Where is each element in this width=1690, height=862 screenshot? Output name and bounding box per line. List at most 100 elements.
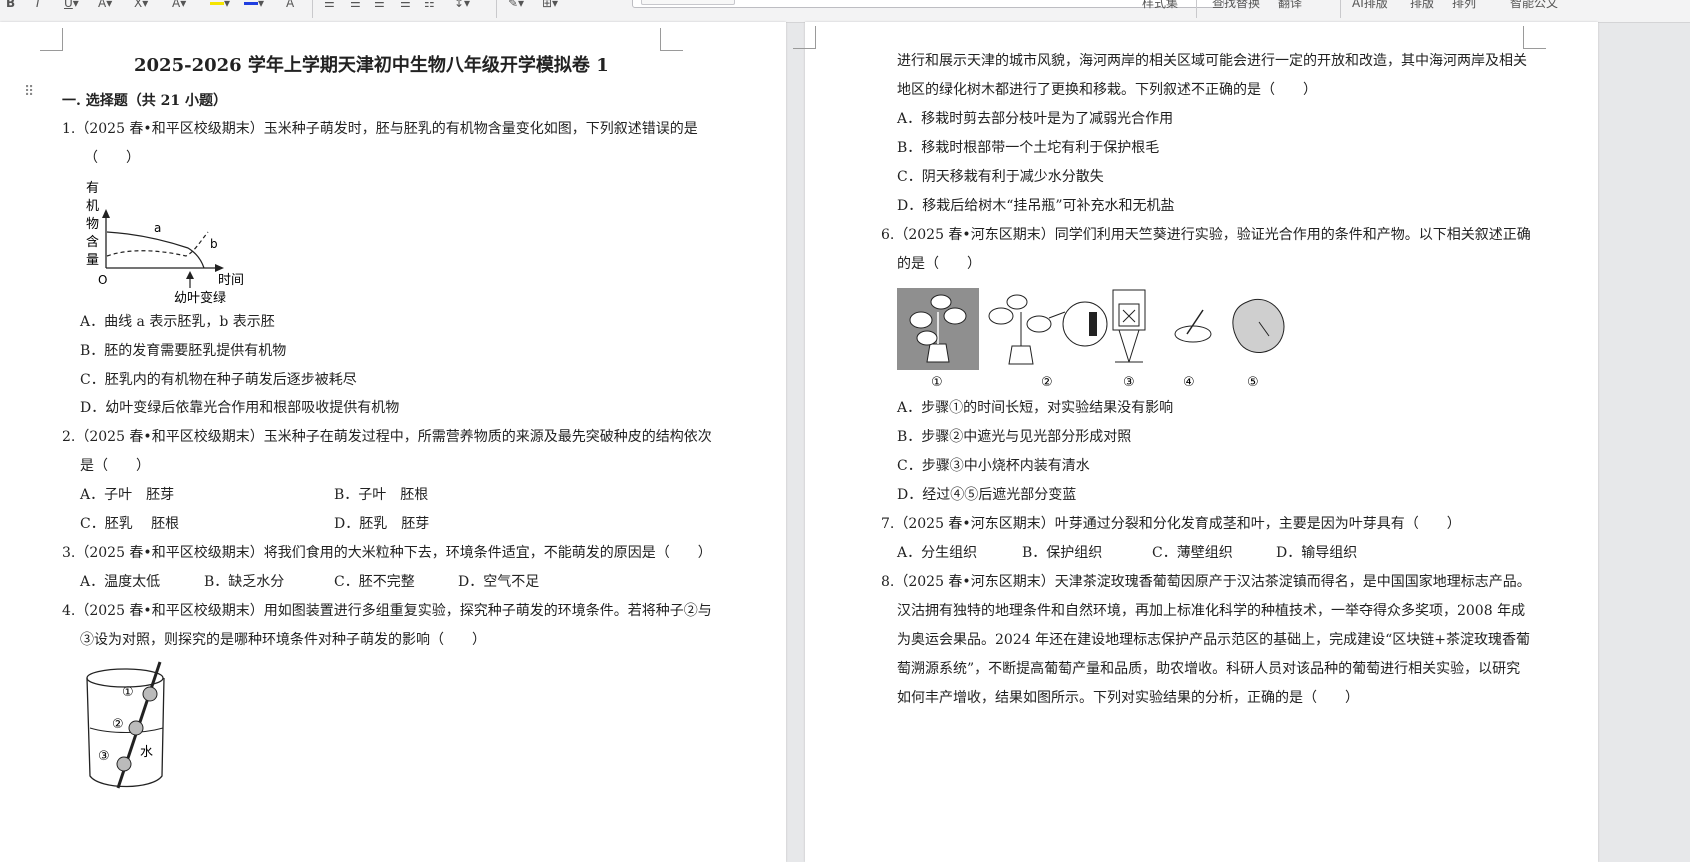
find-replace-button[interactable]: 查找替换 xyxy=(1212,0,1260,11)
option-c: C．步骤③中小烧杯内装有清水 xyxy=(897,458,1090,474)
margin-corner-marker xyxy=(40,28,63,51)
border-button[interactable]: ⊞▾ xyxy=(542,0,558,11)
superscript-button[interactable]: X▾ xyxy=(134,0,148,11)
toolbar-divider xyxy=(1340,0,1341,18)
distribute-button[interactable]: ☷ xyxy=(424,0,435,11)
step-label: ④ xyxy=(1183,375,1195,390)
step-label: ③ xyxy=(1123,375,1135,390)
option-b: B．保护组织 xyxy=(1022,545,1103,561)
curve-a xyxy=(106,231,205,269)
curve-b xyxy=(106,231,209,257)
x-axis-label: 时间 xyxy=(218,273,244,288)
option-c: C．阴天移栽有利于减少水分散失 xyxy=(897,169,1104,185)
seed-2 xyxy=(128,720,144,736)
seed-germination-apparatus-figure: ① ② ③ 水 xyxy=(86,661,165,789)
align-right-button[interactable]: ☰ xyxy=(374,0,385,11)
question-8-line3: 为奥运会果品。2024 年还在建设地理标志保护产品示范区的基础上，完成建设“区块… xyxy=(897,632,1530,648)
layout-button[interactable]: 排版 xyxy=(1410,0,1434,11)
shading-button[interactable]: ✎▾ xyxy=(508,0,524,11)
highlight-color-button[interactable]: ▾ xyxy=(210,0,230,11)
leaf-in-alcohol xyxy=(1122,309,1136,323)
leaf xyxy=(988,307,1014,325)
ai-layout-button[interactable]: AI排版 xyxy=(1352,0,1388,11)
seed-3 xyxy=(116,756,132,772)
margin-corner-marker xyxy=(793,26,816,49)
underline-button[interactable]: U▾ xyxy=(64,0,79,11)
annotation-arrowhead xyxy=(186,271,194,279)
seed-label: ② xyxy=(112,717,124,732)
toolbar-divider xyxy=(312,0,313,18)
option-a: A．步骤①的时间长短，对实验结果没有影响 xyxy=(897,400,1174,416)
text-effect-button[interactable]: A▾ xyxy=(172,0,186,11)
option-a: A．移栽时剪去部分枝叶是为了减弱光合作用 xyxy=(897,111,1174,127)
option-a: A．分生组织 xyxy=(897,545,978,561)
margin-corner-marker xyxy=(660,28,683,51)
y-axis-char: 含 xyxy=(86,234,99,250)
leaf xyxy=(930,294,952,310)
large-beaker xyxy=(1112,289,1146,331)
option-a: A．曲线 a 表示胚乳，b 表示胚 xyxy=(80,314,275,330)
option-d: D．移栽后给树木“挂吊瓶”可补充水和无机盐 xyxy=(897,198,1175,214)
question-2-stem: 2.（2025 春•和平区校级期末）玉米种子在萌发过程中，所需营养物质的来源及最… xyxy=(62,429,712,445)
question-8-stem: 8.（2025 春•河东区期末）天津茶淀玫瑰香葡萄因原产于汉沽茶淀镇而得名，是中… xyxy=(881,574,1531,590)
step-label: ② xyxy=(1041,375,1053,390)
align-center-button[interactable]: ☰ xyxy=(350,0,361,11)
font-color-button[interactable]: ▾ xyxy=(244,0,264,11)
arrange-button[interactable]: 排列 xyxy=(1452,0,1476,11)
margin-corner-marker xyxy=(1523,26,1546,49)
align-left-button[interactable]: ☰ xyxy=(324,0,335,11)
toolbar-divider xyxy=(1196,0,1197,18)
seed-1 xyxy=(142,686,158,702)
ribbon-toolbar: B I U▾ A▾ X▾ A▾ ▾ ▾ A ☰ ☰ ☰ ☰ ☷ ↕▾ ✎▾ ⊞▾… xyxy=(0,0,1690,23)
option-b: B．缺乏水分 xyxy=(204,574,285,590)
option-c: C．胚乳 胚根 xyxy=(80,516,180,532)
option-b: B．步骤②中遮光与见光部分形成对照 xyxy=(897,429,1132,445)
photosynthesis-experiment-figure: ① ② ③ ④ ⑤ xyxy=(897,288,1285,390)
black-paper-cover xyxy=(1089,312,1097,336)
option-d: D．胚乳 胚芽 xyxy=(334,516,430,532)
option-b: B．子叶 胚根 xyxy=(334,487,429,503)
option-a: A．温度太低 xyxy=(80,574,161,590)
line-spacing-button[interactable]: ↕▾ xyxy=(454,0,470,11)
style-preview[interactable] xyxy=(641,0,735,5)
leaf xyxy=(909,311,933,329)
translate-button[interactable]: 翻译 xyxy=(1278,0,1302,11)
water-line xyxy=(89,727,164,733)
question-1-bracket: （ ） xyxy=(84,150,140,166)
bold-button[interactable]: B xyxy=(6,0,15,11)
option-d: D．经过④⑤后遮光部分变蓝 xyxy=(897,487,1077,503)
pot xyxy=(926,343,950,363)
option-b: B．移栽时根部带一个土坨有利于保护根毛 xyxy=(897,140,1160,156)
option-b: B．胚的发育需要胚乳提供有机物 xyxy=(80,343,287,359)
question-6-stem: 6.（2025 春•河东区期末）同学们利用天竺葵进行实验，验证光合作用的条件和产… xyxy=(881,227,1531,243)
leaf xyxy=(943,307,967,325)
seed-label: ③ xyxy=(98,749,110,764)
document-page-left[interactable]: ⠿ 2025-2026 学年上学期天津初中生物八年级开学模拟卷 1 一. 选择题… xyxy=(0,22,786,862)
seed-label: ① xyxy=(122,685,134,700)
magnified-leaf-circle xyxy=(1062,301,1108,347)
question-4-line2: ③设为对照，则探究的是哪种环境条件对种子萌发的影响（ ） xyxy=(80,632,486,648)
option-a: A．子叶 胚芽 xyxy=(80,487,175,503)
question-7-stem: 7.（2025 春•河东区期末）叶芽通过分裂和分化发育成茎和叶，主要是因为叶芽具… xyxy=(881,516,1461,532)
question-4-stem: 4.（2025 春•和平区校级期末）用如图装置进行多组重复实验，探究种子萌发的环… xyxy=(62,603,712,619)
clear-format-button[interactable]: A xyxy=(286,0,294,11)
strikethrough-button[interactable]: A▾ xyxy=(98,0,112,11)
italic-button[interactable]: I xyxy=(36,0,40,11)
drag-handle-icon[interactable]: ⠿ xyxy=(24,84,34,100)
question-3-stem: 3.（2025 春•和平区校级期末）将我们食用的大米粒种下去，环境条件适宜，不能… xyxy=(62,545,712,561)
organic-matter-figure: 有 机 物 含 量 O 时间 a b 幼叶变绿 xyxy=(86,181,244,306)
y-axis-char: 有 xyxy=(86,181,99,196)
stained-leaf xyxy=(1232,298,1285,353)
justify-button[interactable]: ☰ xyxy=(400,0,411,11)
option-c: C．薄壁组织 xyxy=(1152,545,1233,561)
y-axis-arrow xyxy=(102,209,110,218)
option-d: D．空气不足 xyxy=(458,574,540,590)
question-8-line5: 如何丰产增收，结果如图所示。下列对实验结果的分析，正确的是（ ） xyxy=(897,690,1359,706)
water-label: 水 xyxy=(140,745,153,760)
style-set-button[interactable]: 样式集 xyxy=(1142,0,1178,11)
smart-doc-button[interactable]: 智能公文 xyxy=(1510,0,1558,11)
document-page-right[interactable]: 进行和展示天津的城市风貌，海河两岸的相关区域可能会进行一定的开放和改造，其中海河… xyxy=(793,22,1598,862)
style-gallery[interactable] xyxy=(632,0,1224,8)
leaf xyxy=(1026,315,1052,333)
y-axis-char: 物 xyxy=(86,217,99,232)
